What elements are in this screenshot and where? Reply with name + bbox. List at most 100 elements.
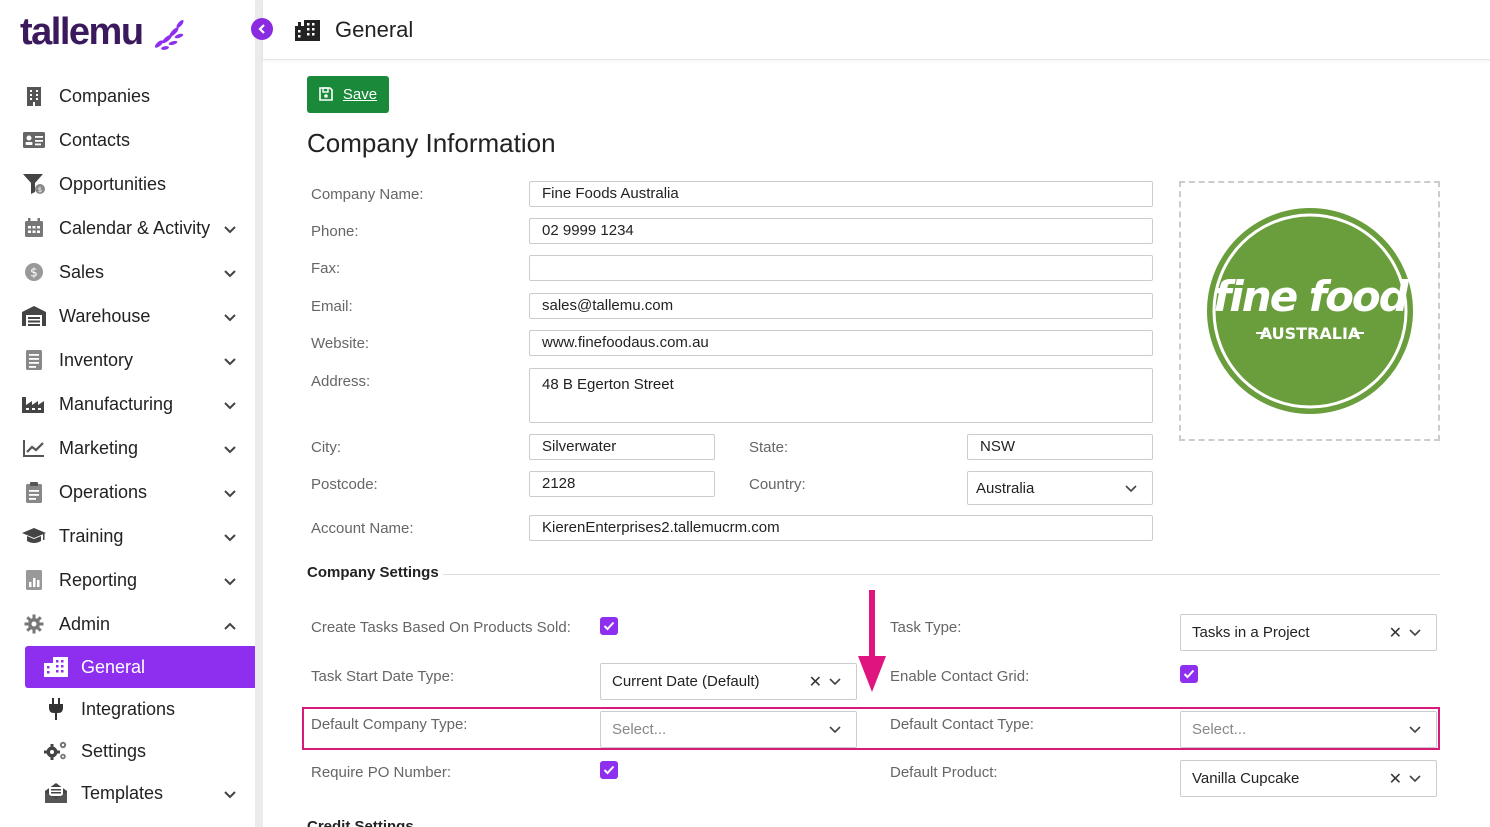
country-select[interactable]: Australia [967,471,1153,505]
annotation-highlight-box [302,707,1440,750]
chevron-down-icon[interactable] [223,483,237,504]
default-product-select[interactable]: Vanilla Cupcake ✕ [1180,760,1437,797]
sidebar-item-label: Warehouse [59,305,151,326]
tallemu-logo[interactable]: tallemu [20,10,187,54]
fax-field[interactable] [529,255,1153,281]
chevron-down-icon[interactable] [223,571,237,592]
chevron-down-icon [1408,774,1422,783]
sidebar-item-inventory[interactable]: Inventory [0,338,255,382]
sidebar-item-label: Operations [59,481,148,502]
sidebar-divider [255,0,263,827]
sidebar-item-label: Manufacturing [59,393,174,414]
task-type-value: Tasks in a Project [1192,624,1310,641]
sidebar-item-sales[interactable]: $ Sales [0,250,255,294]
sidebar-item-operations[interactable]: Operations [0,470,255,514]
checkmark-icon [603,621,615,631]
envelope-open-icon [44,782,68,804]
logo-text: tallemu [20,10,144,53]
create-tasks-checkbox[interactable] [600,617,618,635]
sidebar-item-calendar-activity[interactable]: Calendar & Activity [0,206,255,250]
sidebar-subitem-label: Integrations [81,698,176,719]
account-name-field[interactable]: KierenEnterprises2.tallemucrm.com [529,515,1153,541]
postcode-field[interactable]: 2128 [529,471,715,497]
sidebar-subitem-label: General [81,656,146,677]
company-settings-heading: Company Settings [307,564,439,581]
address-label: Address: [311,373,371,390]
sidebar-subitem-settings[interactable]: Settings [0,730,255,772]
sidebar-item-training[interactable]: Training [0,514,255,558]
sidebar-item-label: Sales [59,261,105,282]
account-name-label: Account Name: [311,520,414,537]
sidebar-item-label: Calendar & Activity [59,217,211,238]
chevron-down-icon[interactable] [223,439,237,460]
chevron-down-icon[interactable] [223,307,237,328]
company-logo-dropzone[interactable]: fine food AUSTRALIA [1179,181,1440,441]
company-name-field[interactable]: Fine Foods Australia [529,181,1153,207]
credit-settings-heading: Credit Settings [307,818,414,827]
email-field[interactable]: sales@tallemu.com [529,293,1153,319]
create-tasks-label: Create Tasks Based On Products Sold: [311,619,571,636]
fax-label: Fax: [311,260,341,277]
building-icon [44,656,68,678]
website-field[interactable]: www.finefoodaus.com.au [529,330,1153,356]
chevron-down-icon[interactable] [223,784,237,805]
funnel-dollar-icon: $ [22,173,46,195]
phone-label: Phone: [311,223,359,240]
building-icon [22,85,46,107]
sidebar-item-label: Opportunities [59,173,167,194]
website-label: Website: [311,335,370,352]
graduation-cap-icon [22,525,46,547]
city-field[interactable]: Silverwater [529,434,715,460]
floppy-disk-icon [319,86,335,103]
clear-icon[interactable]: ✕ [1389,769,1402,789]
task-start-date-label: Task Start Date Type: [311,668,455,685]
sidebar-item-contacts[interactable]: Contacts [0,118,255,162]
checkmark-icon [603,765,615,775]
phone-field[interactable]: 02 9999 1234 [529,218,1153,244]
collapse-sidebar-button[interactable] [251,18,273,40]
chevron-down-icon[interactable] [223,527,237,548]
task-start-date-select[interactable]: Current Date (Default) ✕ [600,663,857,700]
page-header: General [263,0,1490,60]
sidebar-item-manufacturing[interactable]: Manufacturing [0,382,255,426]
chart-line-icon [22,437,46,459]
sidebar-item-label: Inventory [59,349,134,370]
annotation-arrow-icon [858,590,886,692]
company-name-label: Company Name: [311,186,424,203]
chevron-down-icon[interactable] [223,395,237,416]
chevron-down-icon[interactable] [223,219,237,240]
sidebar-subitem-general[interactable]: General [25,646,259,688]
clear-icon[interactable]: ✕ [1389,623,1402,643]
chevron-down-icon[interactable] [223,351,237,372]
sidebar-item-label: Companies [59,85,151,106]
sidebar-item-label: Training [59,525,124,546]
task-type-select[interactable]: Tasks in a Project ✕ [1180,614,1437,651]
sidebar-subitem-integrations[interactable]: Integrations [0,688,255,730]
sidebar-item-admin[interactable]: Admin [0,602,255,646]
checkmark-icon [1183,669,1195,679]
sidebar-item-opportunities[interactable]: $ Opportunities [0,162,255,206]
require-po-checkbox[interactable] [600,761,618,779]
company-information-title: Company Information [307,128,556,158]
clear-icon[interactable]: ✕ [809,672,822,692]
chevron-down-icon[interactable] [223,263,237,284]
sidebar-item-marketing[interactable]: Marketing [0,426,255,470]
sidebar-item-companies[interactable]: Companies [0,74,255,118]
address-field[interactable]: 48 B Egerton Street [529,368,1153,423]
chevron-down-icon [1124,484,1138,493]
save-button[interactable]: Save [307,76,389,113]
emu-feather-icon [154,19,184,50]
sidebar-subitem-templates[interactable]: Templates [0,772,255,814]
enable-contact-grid-checkbox[interactable] [1180,665,1198,683]
sidebar-item-warehouse[interactable]: Warehouse [0,294,255,338]
state-field[interactable]: NSW [967,434,1153,460]
sidebar-item-label: Contacts [59,129,131,150]
gear-icon [22,613,46,635]
chevron-up-icon[interactable] [223,615,237,636]
sidebar: tallemu Companies Contacts $ Opportuniti… [0,0,259,827]
sidebar-item-reporting[interactable]: Reporting [0,558,255,602]
sidebar-item-label: Marketing [59,437,139,458]
clipboard-icon [22,481,46,503]
svg-text:$: $ [38,186,42,194]
report-icon [22,569,46,591]
